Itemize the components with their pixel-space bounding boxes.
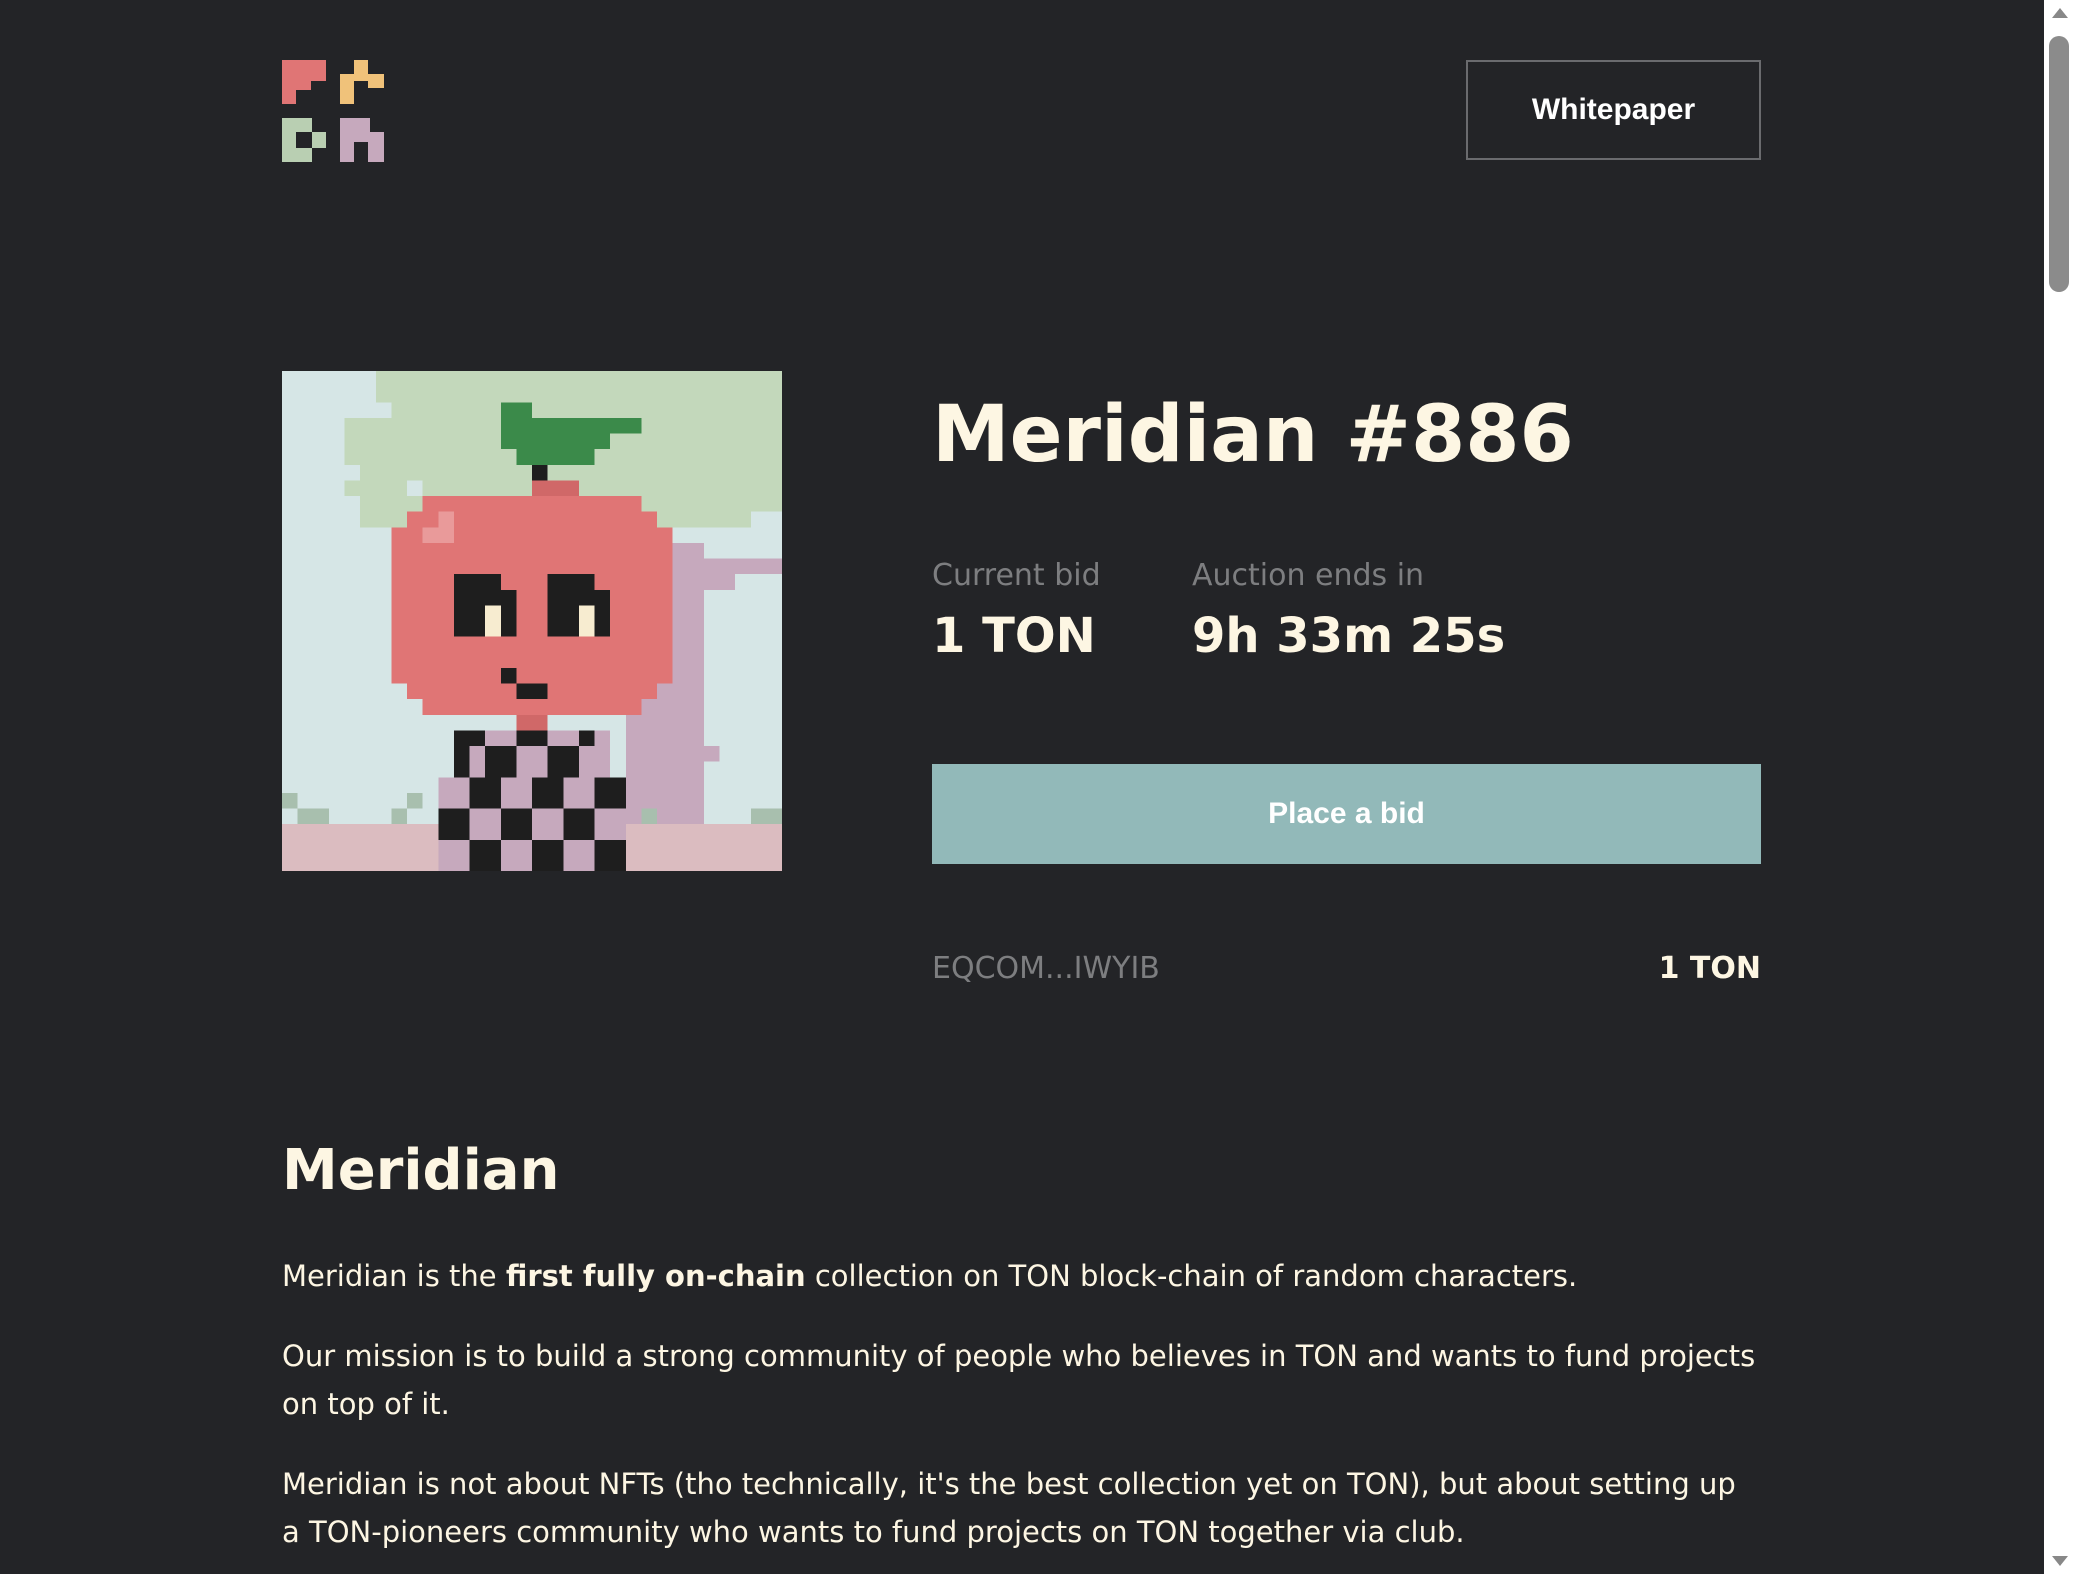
scroll-down-arrow-icon[interactable] xyxy=(2052,1556,2068,1566)
about-paragraph-1: Meridian is the first fully on-chain col… xyxy=(282,1252,1762,1300)
about-paragraph-2: Our mission is to build a strong communi… xyxy=(282,1339,1756,1421)
about-p1-before: Meridian is the xyxy=(282,1259,506,1293)
about-p1-bold: first fully on-chain xyxy=(505,1259,806,1293)
bid-history-amount: 1 TON xyxy=(1658,951,1761,986)
about-p1-after: collection on TON block-chain of random … xyxy=(805,1259,1578,1293)
whitepaper-button[interactable]: Whitepaper xyxy=(1466,60,1761,160)
scrollbar-thumb[interactable] xyxy=(2049,36,2069,292)
place-bid-button[interactable]: Place a bid xyxy=(932,764,1761,864)
about-paragraph-3: Meridian is not about NFTs (tho technica… xyxy=(282,1467,1736,1549)
nft-title: Meridian #886 xyxy=(932,390,1574,480)
page: Whitepaper Meridian #886 Current bid 1 T… xyxy=(0,0,2074,1574)
nft-artwork-image xyxy=(282,371,782,871)
about-heading: Meridian xyxy=(282,1138,560,1203)
auction-countdown: 9h 33m 25s xyxy=(1192,608,1506,664)
current-bid-label: Current bid xyxy=(932,558,1101,593)
auction-ends-label: Auction ends in xyxy=(1192,558,1425,593)
bid-history-address[interactable]: EQCOM...IWYIB xyxy=(932,951,1160,986)
scroll-up-arrow-icon[interactable] xyxy=(2052,8,2068,18)
meridian-logo-icon[interactable] xyxy=(282,60,384,162)
current-bid-value: 1 TON xyxy=(932,608,1096,664)
